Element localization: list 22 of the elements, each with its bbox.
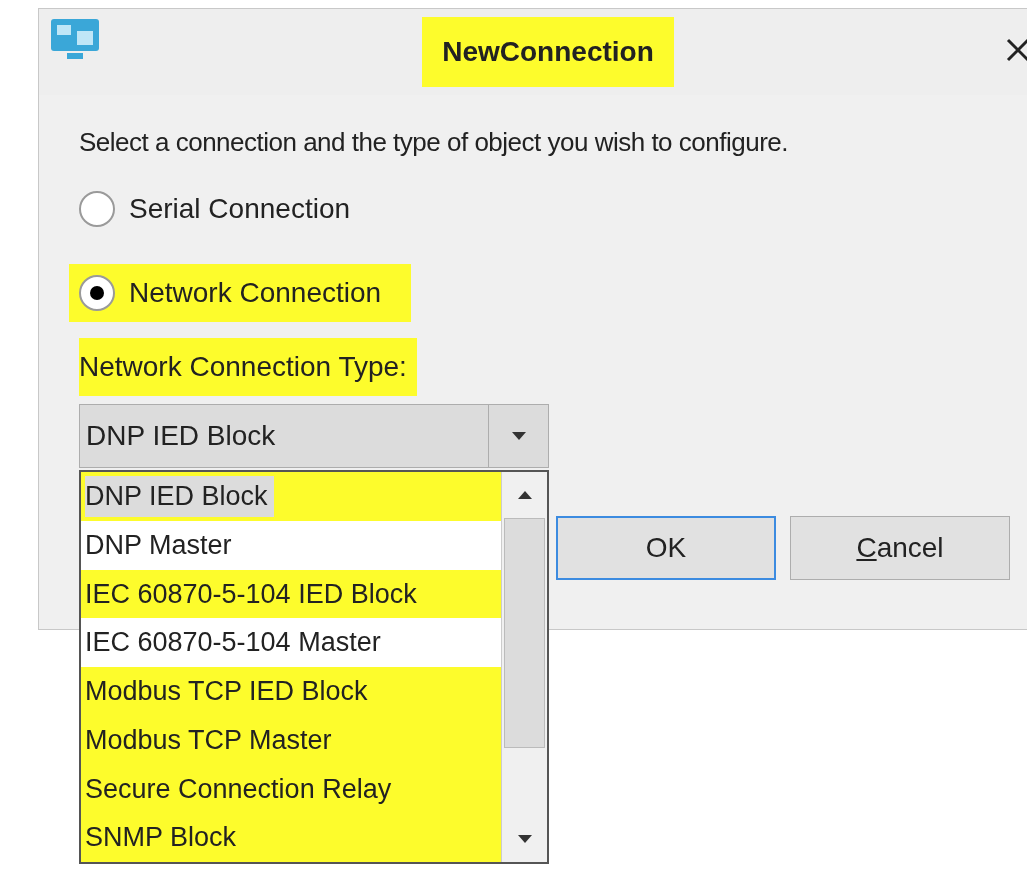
scrollbar[interactable] <box>501 472 547 862</box>
connection-type-dropdown[interactable]: DNP IED Block <box>79 404 549 468</box>
close-icon[interactable] <box>1005 37 1027 63</box>
instruction-text: Select a connection and the type of object you wish to configure. <box>79 126 788 159</box>
dropdown-option[interactable]: Secure Connection Relay <box>81 764 501 814</box>
field-label: Network Connection Type: <box>79 338 417 396</box>
ok-button[interactable]: OK <box>556 516 776 580</box>
caret-icon <box>511 432 526 440</box>
dropdown-option[interactable]: IEC 60870-5-104 IED Block <box>81 569 501 619</box>
dropdown-option[interactable]: DNP Master <box>81 520 501 570</box>
radio-option[interactable]: Network Connection <box>69 264 412 322</box>
dropdown-option[interactable]: DNP IED Block <box>81 472 501 521</box>
dropdown-option[interactable]: Modbus TCP Master <box>81 715 501 765</box>
radio-option[interactable]: Serial Connection <box>69 180 381 238</box>
dropdown-option[interactable]: Modbus TCP IED Block <box>81 667 501 716</box>
cancel-button[interactable]: Cancel <box>790 516 1010 580</box>
window-title: NewConnection <box>422 17 674 87</box>
monitor-icon <box>49 17 101 61</box>
dropdown-option[interactable]: IEC 60870-5-104 Master <box>81 618 501 667</box>
dropdown-option[interactable]: SNMP Block <box>81 813 501 862</box>
scroll-down-icon[interactable] <box>517 835 532 843</box>
scroll-up-icon[interactable] <box>517 491 532 499</box>
